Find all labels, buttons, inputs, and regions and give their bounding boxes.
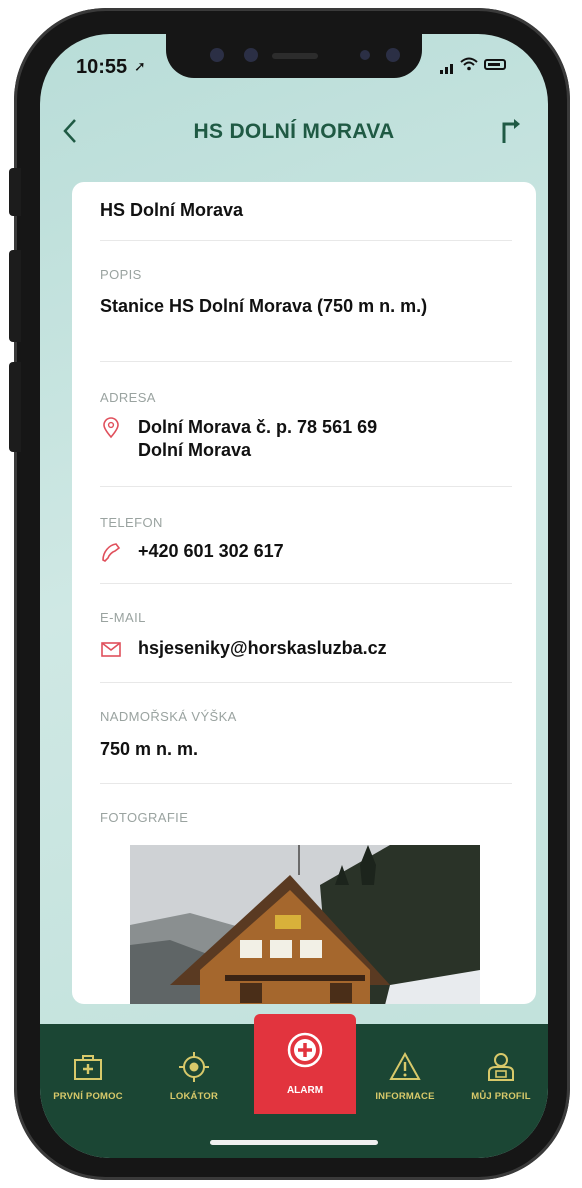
locator-target-icon (179, 1052, 209, 1082)
email-address: hsjeseniky@horskasluzba.cz (138, 638, 387, 658)
tab-alarm[interactable]: ALARM (254, 1014, 356, 1114)
tab-information[interactable]: INFORMACE (358, 1040, 452, 1120)
page-title: HS DOLNÍ MORAVA (193, 120, 395, 143)
email-row[interactable]: hsjeseniky@horskasluzba.cz (100, 638, 387, 660)
altitude-value: 750 m n. m. (100, 739, 199, 759)
signal-icon (440, 70, 443, 74)
status-time: 10:55 (76, 56, 128, 78)
front-camera (386, 48, 400, 62)
home-indicator[interactable] (210, 1140, 378, 1145)
description-value: Stanice HS Dolní Morava (750 m n. m.) (100, 296, 428, 316)
sensor-dot (210, 48, 224, 62)
status-icons (440, 56, 520, 76)
location-arrow-icon: ➚ (134, 58, 146, 74)
email-label: E-MAIL (100, 610, 146, 625)
tab-locator-label: LOKÁTOR (169, 1091, 219, 1102)
route-turn-icon (502, 119, 520, 143)
sensor-dot (360, 50, 370, 60)
tab-my-profile[interactable]: MŮJ PROFIL (454, 1040, 548, 1120)
tab-first-aid-label: PRVNÍ POMOC (53, 1091, 123, 1102)
tab-alarm-label: ALARM (286, 1085, 324, 1096)
first-aid-kit-icon (74, 1055, 102, 1080)
address-label: ADRESA (100, 390, 156, 405)
envelope-icon (101, 642, 121, 657)
signal-icon (445, 67, 448, 74)
description-label: POPIS (100, 267, 142, 282)
tab-first-aid[interactable]: PRVNÍ POMOC (40, 1040, 136, 1120)
address-section: ADRESA Dolní Morava č. p. 78 561 69 Doln… (100, 362, 512, 487)
email-section: E-MAIL hsjeseniky@horskasluzba.cz (100, 584, 512, 683)
map-pin-icon (103, 417, 119, 439)
alarm-plus-icon (287, 1032, 323, 1068)
phone-section: TELEFON +420 601 302 617 (100, 487, 512, 584)
mute-switch (9, 168, 21, 216)
back-button[interactable] (62, 114, 92, 148)
address-line-1: Dolní Morava č. p. 78 561 69 (138, 417, 378, 437)
navigate-button[interactable] (500, 118, 528, 146)
wifi-icon (460, 57, 478, 71)
station-name: HS Dolní Morava (100, 200, 244, 220)
phone-label: TELEFON (100, 515, 163, 530)
station-photo[interactable] (130, 845, 480, 1004)
navigation-bar: HS DOLNÍ MORAVA (40, 104, 548, 160)
mountain-chalet-image (130, 845, 480, 1004)
speaker-grille (272, 53, 318, 59)
tab-locator[interactable]: LOKÁTOR (148, 1040, 240, 1120)
altitude-label: NADMOŘSKÁ VÝŠKA (100, 709, 237, 724)
notch (166, 34, 422, 78)
photos-label: FOTOGRAFIE (100, 810, 189, 825)
volume-down-button (9, 362, 21, 452)
tab-information-label: INFORMACE (375, 1091, 435, 1102)
station-name-section: HS Dolní Morava (100, 182, 512, 241)
phone-icon (102, 543, 121, 562)
phone-row[interactable]: +420 601 302 617 (100, 541, 284, 563)
chevron-left-icon (63, 119, 76, 143)
screen: 10:55 ➚ HS DOLNÍ MORAVA HS Dolní Morava … (40, 34, 548, 1158)
bottom-tab-bar: PRVNÍ POMOC LOKÁTOR ALARM INFORMACE MŮJ … (40, 1014, 548, 1158)
description-section: POPIS Stanice HS Dolní Morava (750 m n. … (100, 241, 512, 362)
warning-triangle-icon (389, 1051, 421, 1080)
sensor-dot (244, 48, 258, 62)
phone-number: +420 601 302 617 (138, 541, 284, 561)
tab-my-profile-label: MŮJ PROFIL (471, 1091, 531, 1102)
volume-up-button (9, 250, 21, 342)
address-line-2: Dolní Morava (138, 440, 252, 460)
battery-icon (484, 59, 506, 70)
profile-icon (488, 1053, 514, 1081)
signal-icon (450, 64, 453, 74)
address-row[interactable]: Dolní Morava č. p. 78 561 69 Dolní Morav… (100, 417, 377, 461)
altitude-section: NADMOŘSKÁ VÝŠKA 750 m n. m. (100, 683, 512, 784)
station-detail-card: HS Dolní Morava POPIS Stanice HS Dolní M… (72, 182, 536, 1004)
